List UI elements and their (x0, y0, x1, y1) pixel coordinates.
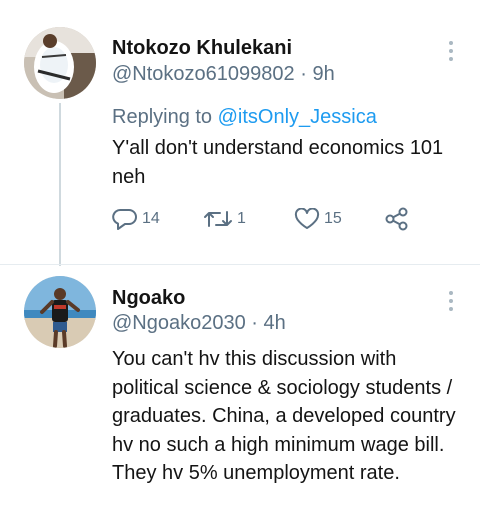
avatar[interactable] (24, 27, 96, 99)
replying-to-mention[interactable]: @itsOnly_Jessica (218, 106, 377, 128)
retweet-count: 1 (237, 210, 246, 227)
handle-and-time: @Ntokozo61099802 · 9h (112, 63, 335, 86)
tweet-divider (0, 264, 480, 265)
reply-icon (112, 208, 138, 230)
avatar[interactable] (24, 276, 96, 348)
like-button[interactable]: 15 (294, 204, 342, 234)
timestamp[interactable]: 4h (264, 312, 286, 334)
more-options-icon[interactable] (446, 41, 456, 61)
tweet-actions: 14 1 15 (112, 204, 432, 234)
handle[interactable]: @Ngoako2030 (112, 312, 246, 334)
more-options-icon[interactable] (446, 291, 456, 311)
retweet-button[interactable]: 1 (203, 204, 246, 234)
like-count: 15 (324, 210, 342, 227)
share-icon (384, 206, 410, 232)
like-icon (294, 208, 320, 230)
retweet-icon (203, 208, 233, 230)
timestamp[interactable]: 9h (312, 63, 334, 85)
reply-count: 14 (142, 210, 160, 227)
share-button[interactable] (384, 204, 410, 234)
thread-connector-line (59, 103, 61, 266)
reply-button[interactable]: 14 (112, 204, 160, 234)
replying-prefix: Replying to (112, 106, 213, 128)
tweet-text: Y'all don't understand economics 101 neh (112, 137, 444, 188)
replying-to: Replying to @itsOnly_Jessica (112, 106, 377, 129)
separator: · (300, 63, 307, 85)
handle-and-time: @Ngoako2030 · 4h (112, 312, 286, 335)
display-name[interactable]: Ngoako (112, 287, 185, 310)
handle[interactable]: @Ntokozo61099802 (112, 63, 295, 85)
display-name[interactable]: Ntokozo Khulekani (112, 37, 292, 60)
tweet-text: You can't hv this discussion with politi… (112, 348, 456, 484)
separator: · (251, 312, 258, 334)
